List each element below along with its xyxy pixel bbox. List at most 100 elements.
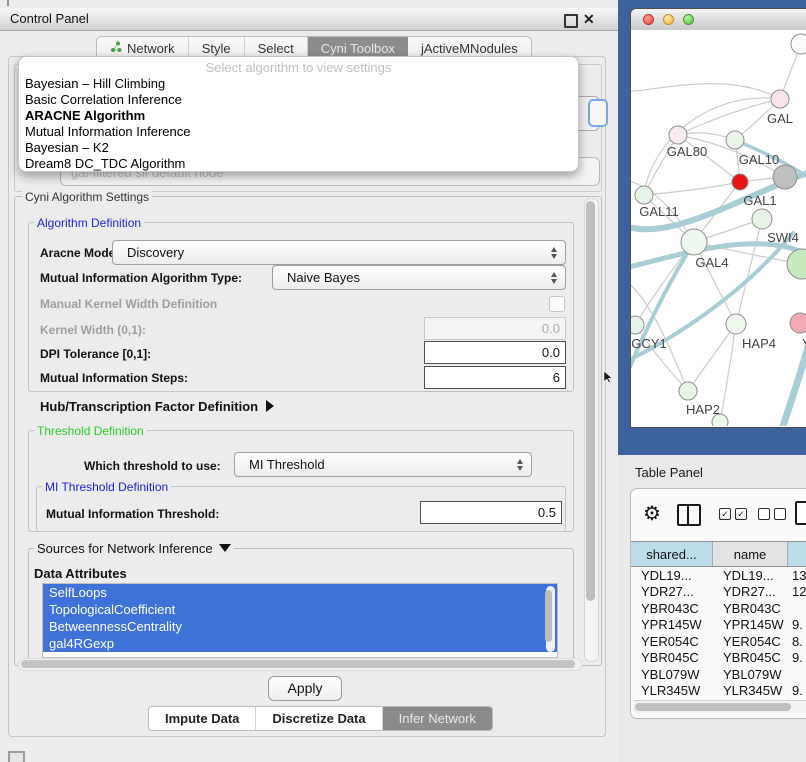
- tab-infer-network[interactable]: Infer Network: [383, 707, 492, 730]
- column-header-shared[interactable]: shared...: [631, 542, 713, 566]
- table-row[interactable]: YDL19...YDL19...13: [631, 567, 806, 584]
- clipped-scrollbar-fragment: [7, 0, 9, 6]
- unchecked-column-icon[interactable]: [774, 508, 786, 520]
- close-icon[interactable]: ✕: [583, 10, 595, 28]
- table-row[interactable]: YBR043CYBR043C: [631, 600, 806, 617]
- table-row[interactable]: YER054CYER054C8.: [631, 633, 806, 650]
- network-node[interactable]: [773, 165, 797, 189]
- table-panel-title: Table Panel: [635, 465, 703, 480]
- network-node[interactable]: [790, 313, 806, 333]
- network-node[interactable]: [681, 229, 707, 255]
- unchecked-column-icon[interactable]: [758, 508, 770, 520]
- network-window-titlebar: [631, 9, 806, 31]
- sources-title: Sources for Network Inference: [37, 541, 213, 556]
- table-row[interactable]: YPR145WYPR145W9.: [631, 617, 806, 634]
- algorithm-option[interactable]: Dream8 DC_TDC Algorithm: [19, 156, 578, 172]
- minimize-traffic-light[interactable]: [663, 14, 674, 25]
- network-node[interactable]: [679, 382, 697, 400]
- kernel-width-field[interactable]: 0.0: [424, 317, 566, 340]
- aracne-mode-combobox[interactable]: Discovery: [112, 240, 566, 265]
- tab-impute-data[interactable]: Impute Data: [149, 707, 256, 730]
- float-window-icon[interactable]: [564, 14, 578, 28]
- network-node[interactable]: [791, 34, 806, 54]
- close-traffic-light[interactable]: [643, 14, 654, 25]
- document-icon[interactable]: [795, 501, 806, 525]
- settings-hscrollbar-thumb[interactable]: [21, 660, 575, 668]
- attribute-item[interactable]: gal4RGexp: [43, 635, 557, 652]
- network-node[interactable]: [631, 316, 644, 334]
- stepper-icon: [551, 272, 558, 284]
- tab-label: Cyni Toolbox: [321, 41, 395, 56]
- popup-placeholder: Select algorithm to view settings: [19, 59, 578, 76]
- algorithm-option-list: Bayesian – Hill ClimbingBasic Correlatio…: [19, 76, 578, 172]
- hub-definition-label: Hub/Transcription Factor Definition: [40, 399, 258, 414]
- tab-label: jActiveMNodules: [421, 41, 518, 56]
- table-row[interactable]: YDR27...YDR27...12: [631, 584, 806, 601]
- control-panel-title: Control Panel: [10, 8, 89, 30]
- table-cell: 13: [788, 568, 806, 583]
- table-row[interactable]: YBL079WYBL079W: [631, 666, 806, 683]
- mi-threshold-field[interactable]: 0.5: [420, 501, 562, 524]
- table-row[interactable]: YBR045CYBR045C9.: [631, 650, 806, 667]
- table-rows[interactable]: YDL19...YDL19...13YDR27...YDR27...12YBR0…: [631, 567, 806, 703]
- algorithm-option[interactable]: Mutual Information Inference: [19, 124, 578, 140]
- network-node[interactable]: [752, 209, 772, 229]
- zoom-traffic-light[interactable]: [683, 14, 694, 25]
- network-node[interactable]: [726, 314, 746, 334]
- network-canvas[interactable]: GALGAL80GAL10GAL1GAL11SWI4GAL4GCY1HAP4YH…: [631, 30, 806, 426]
- checked-column-icon[interactable]: ✓: [719, 508, 731, 520]
- sources-toggle[interactable]: Sources for Network Inference: [34, 541, 234, 556]
- clipped-corner-icon[interactable]: [8, 751, 25, 762]
- stepper-icon: [551, 247, 558, 259]
- mi-threshold-title: MI Threshold Definition: [42, 480, 171, 494]
- gear-icon[interactable]: ⚙: [643, 502, 661, 526]
- mi-steps-field[interactable]: 6: [424, 366, 566, 389]
- control-panel-window: Control Panel ✕ Network Style Select Cyn…: [0, 0, 619, 762]
- tab-discretize-data[interactable]: Discretize Data: [256, 707, 382, 730]
- settings-scrollbar-thumb[interactable]: [586, 201, 595, 601]
- data-attributes-label: Data Attributes: [34, 566, 127, 581]
- algorithm-option[interactable]: Bayesian – Hill Climbing: [19, 76, 578, 92]
- network-node-label: GAL1: [743, 193, 776, 208]
- table-cell: YBR045C: [631, 650, 713, 665]
- column-header-name[interactable]: name: [713, 542, 788, 566]
- network-node[interactable]: [771, 90, 789, 108]
- settings-scrollbar[interactable]: [584, 198, 599, 662]
- algorithm-option[interactable]: Bayesian – K2: [19, 140, 578, 156]
- attribute-list-scrollbar[interactable]: [546, 586, 555, 652]
- attribute-item[interactable]: TopologicalCoefficient: [43, 601, 557, 618]
- attribute-list-scrollbar-thumb[interactable]: [545, 590, 552, 642]
- manual-kernel-checkbox[interactable]: [549, 296, 565, 312]
- table-hscrollbar[interactable]: [633, 700, 806, 713]
- network-node[interactable]: [669, 126, 687, 144]
- algorithm-dropdown-popup: Select algorithm to view settings Bayesi…: [18, 56, 579, 172]
- table-cell: YPR145W: [631, 617, 713, 632]
- which-threshold-combobox[interactable]: MI Threshold: [234, 452, 532, 477]
- attribute-item[interactable]: BetweennessCentrality: [43, 618, 557, 635]
- apply-button[interactable]: Apply: [268, 676, 342, 701]
- algorithm-option[interactable]: ARACNE Algorithm: [19, 108, 578, 124]
- network-node[interactable]: [726, 131, 744, 149]
- checked-column-icon[interactable]: ✓: [735, 508, 747, 520]
- network-icon: [110, 41, 122, 56]
- hub-definition-toggle[interactable]: Hub/Transcription Factor Definition: [40, 399, 274, 414]
- mi-type-combobox[interactable]: Naive Bayes: [272, 265, 566, 290]
- table-cell: YBL079W: [631, 667, 713, 682]
- dpi-tolerance-field[interactable]: 0.0: [424, 341, 566, 364]
- network-node[interactable]: [787, 249, 806, 279]
- network-node[interactable]: [732, 174, 748, 190]
- split-view-icon[interactable]: [677, 504, 701, 526]
- table-row[interactable]: YLR345WYLR345W9.: [631, 683, 806, 700]
- network-node[interactable]: [635, 186, 653, 204]
- btab-label: Impute Data: [165, 711, 239, 726]
- column-header-clipped[interactable]: [788, 542, 806, 566]
- collapse-down-icon: [219, 544, 231, 552]
- table-cell: YER054C: [713, 634, 788, 649]
- settings-hscrollbar[interactable]: [18, 658, 582, 671]
- table-toolbar: ⚙ ✓ ✓: [631, 489, 806, 541]
- algorithm-option[interactable]: Basic Correlation Inference: [19, 92, 578, 108]
- data-attributes-list[interactable]: SelfLoopsTopologicalCoefficientBetweenne…: [42, 583, 558, 658]
- table-hscrollbar-thumb[interactable]: [635, 703, 791, 711]
- attribute-item[interactable]: SelfLoops: [43, 584, 557, 601]
- table-cell: YDR27...: [631, 584, 713, 599]
